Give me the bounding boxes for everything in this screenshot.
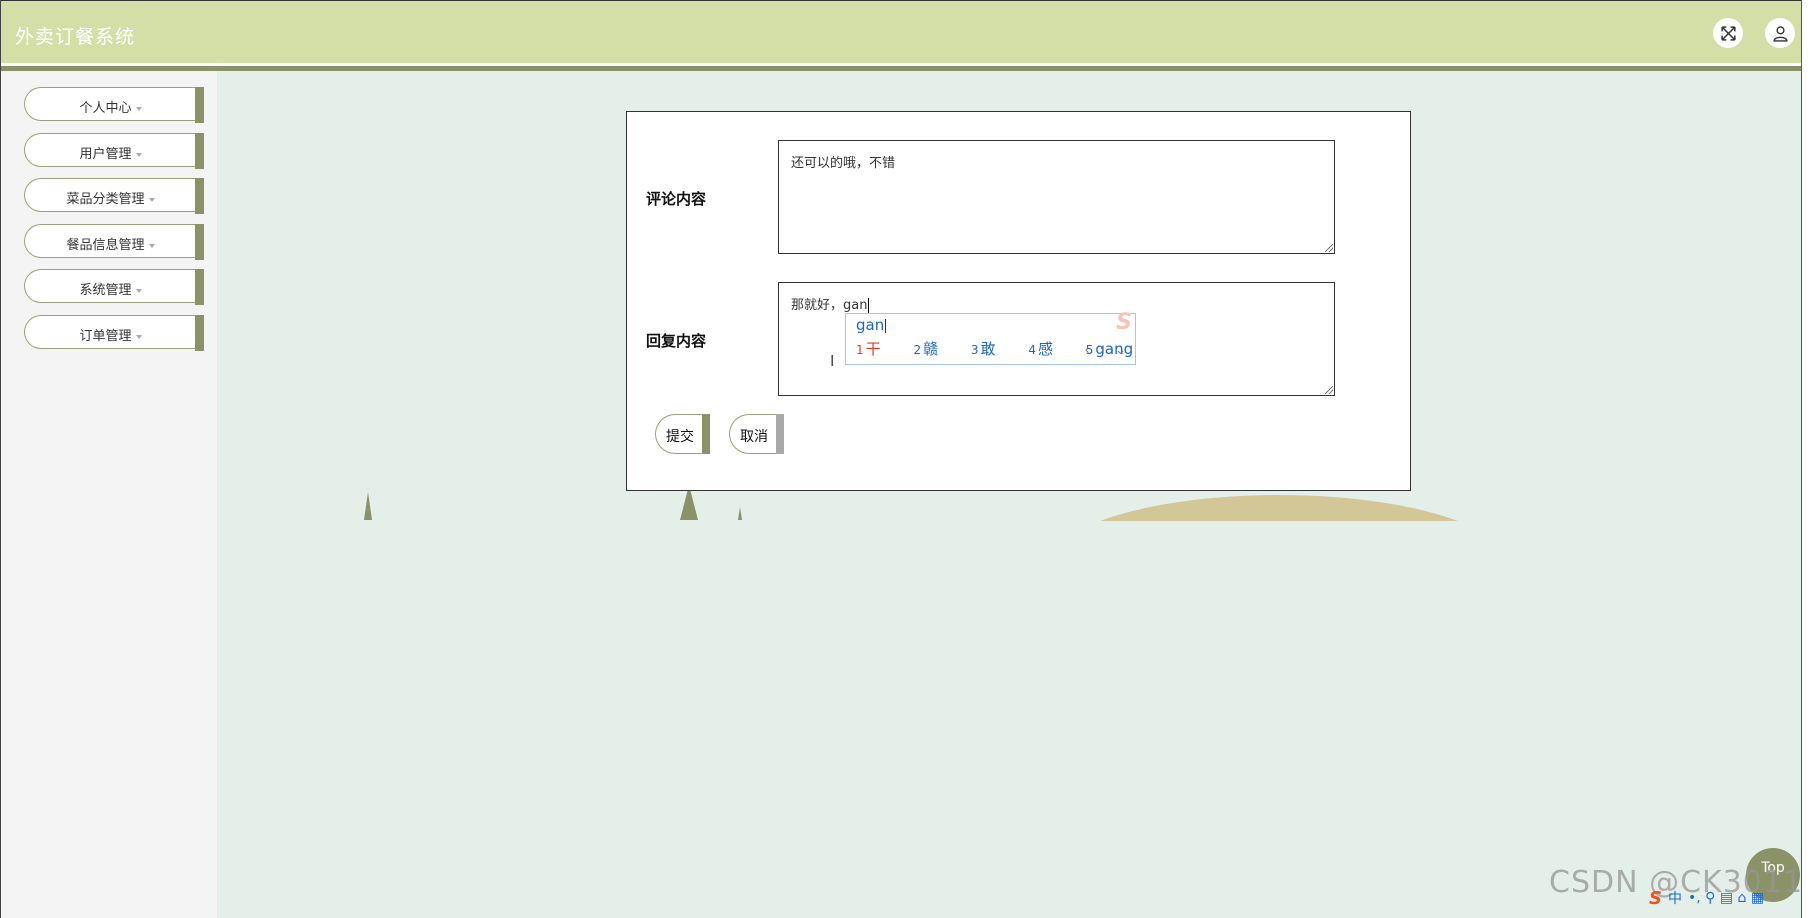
- ime-mode-indicator[interactable]: 中: [1668, 888, 1682, 908]
- chevron-down-icon: [135, 106, 142, 111]
- ime-candidate[interactable]: 2赣: [913, 340, 952, 358]
- app-title: 外卖订餐系统: [15, 26, 136, 48]
- ime-candidate-text: 敢: [980, 340, 996, 358]
- button-accent: [702, 414, 710, 454]
- ime-candidate-text: 干: [865, 340, 881, 358]
- i-beam-cursor-icon: I: [830, 352, 835, 370]
- decorative-hill: [1049, 495, 1509, 521]
- ime-candidate[interactable]: 1干: [856, 340, 895, 358]
- user-icon: [1772, 25, 1788, 42]
- ime-candidate-text: 赣: [923, 340, 939, 358]
- sidebar-item-meal-info-management[interactable]: 餐品信息管理: [24, 224, 204, 260]
- sidebar-item-user-management[interactable]: 用户管理: [24, 133, 204, 169]
- sogou-logo-icon: S: [1649, 887, 1662, 909]
- chevron-down-icon: [135, 288, 142, 293]
- reply-textarea[interactable]: 那就好，gan gan S 1干 2赣 3敢 4感 5 gang ‹ › ⌄: [778, 282, 1335, 396]
- cancel-button[interactable]: 取消: [729, 414, 784, 454]
- sidebar-item-label: 菜品分类管理: [66, 192, 145, 207]
- comment-text: 还可以的哦，不错: [791, 156, 896, 171]
- sidebar-item-personal-center[interactable]: 个人中心: [24, 87, 204, 123]
- ime-page-nav[interactable]: ‹ › ⌄: [1084, 342, 1129, 359]
- ime-candidate-num: 2: [913, 343, 922, 357]
- sidebar-item-label-wrap: 个人中心: [25, 97, 196, 116]
- submit-button[interactable]: 提交: [655, 414, 710, 454]
- menu-accent: [195, 315, 204, 351]
- chevron-down-icon: [135, 334, 142, 339]
- expand-icon: [1720, 25, 1736, 41]
- text-caret: [868, 298, 870, 313]
- resize-handle[interactable]: [1325, 244, 1333, 252]
- reply-form: 评论内容 还可以的哦，不错 回复内容 那就好，gan gan S 1干 2赣 3…: [626, 111, 1411, 491]
- fullscreen-button[interactable]: [1713, 18, 1743, 48]
- comment-label: 评论内容: [646, 190, 707, 208]
- app-window: 外卖订餐系统 个人中心 用户管理 菜品分类管理 餐品信息管理 系统管理 订单管理…: [0, 0, 1815, 918]
- menu-accent: [195, 133, 204, 169]
- menu-accent: [195, 269, 204, 305]
- menu-accent: [195, 87, 204, 123]
- ime-candidate[interactable]: 3敢: [971, 340, 1010, 358]
- ime-toolbar[interactable]: S 中 •, ⚲ ▤ ⌂ ▦: [1649, 887, 1764, 909]
- sidebar-item-label: 订单管理: [79, 329, 132, 344]
- sidebar-item-dish-category-management[interactable]: 菜品分类管理: [24, 178, 204, 214]
- user-button[interactable]: [1765, 18, 1795, 48]
- comment-textarea[interactable]: 还可以的哦，不错: [778, 140, 1335, 254]
- chevron-down-icon: [148, 243, 155, 248]
- submit-button-label: 提交: [666, 429, 694, 445]
- cancel-button-label: 取消: [740, 429, 768, 445]
- sidebar-item-system-management[interactable]: 系统管理: [24, 269, 204, 305]
- decorative-tree: [738, 507, 742, 520]
- ime-candidate[interactable]: 4感: [1028, 340, 1067, 358]
- ime-candidate-num: 1: [856, 343, 864, 357]
- sidebar: 个人中心 用户管理 菜品分类管理 餐品信息管理 系统管理 订单管理: [1, 71, 219, 918]
- window-edge: [1801, 0, 1815, 918]
- reply-label: 回复内容: [646, 332, 707, 350]
- menu-accent: [195, 224, 204, 260]
- sidebar-item-label: 用户管理: [79, 147, 132, 162]
- ime-candidate-num: 4: [1028, 343, 1036, 357]
- ime-candidate-text: 感: [1037, 340, 1053, 358]
- ime-composition-text: gan: [856, 316, 885, 334]
- ime-tray-icons[interactable]: •, ⚲ ▤ ⌂ ▦: [1688, 890, 1764, 906]
- sidebar-item-order-management[interactable]: 订单管理: [24, 315, 204, 351]
- decorative-tree: [364, 492, 372, 520]
- sidebar-item-label-wrap: 系统管理: [25, 279, 196, 298]
- sidebar-item-label-wrap: 用户管理: [25, 143, 196, 162]
- ime-candidate-num: 3: [970, 343, 979, 357]
- chevron-down-icon: [148, 197, 155, 202]
- ime-logo-icon: S: [1116, 310, 1132, 335]
- chevron-down-icon: [135, 152, 142, 157]
- sidebar-item-label: 个人中心: [79, 101, 132, 116]
- resize-handle[interactable]: [1325, 386, 1333, 394]
- button-accent: [776, 414, 784, 454]
- reply-text: 那就好，gan: [791, 298, 868, 313]
- menu-accent: [195, 178, 204, 214]
- sidebar-item-label: 系统管理: [79, 283, 132, 298]
- top-header: 外卖订餐系统: [1, 0, 1801, 64]
- sidebar-item-label-wrap: 菜品分类管理: [25, 188, 196, 207]
- ime-caret: [885, 318, 887, 333]
- sidebar-item-label-wrap: 订单管理: [25, 325, 196, 344]
- ime-composition: gan: [856, 316, 887, 334]
- sidebar-item-label-wrap: 餐品信息管理: [25, 234, 196, 253]
- ime-candidate-popup: gan S 1干 2赣 3敢 4感 5 gang ‹ › ⌄: [845, 310, 1136, 365]
- sidebar-item-label: 餐品信息管理: [66, 238, 145, 253]
